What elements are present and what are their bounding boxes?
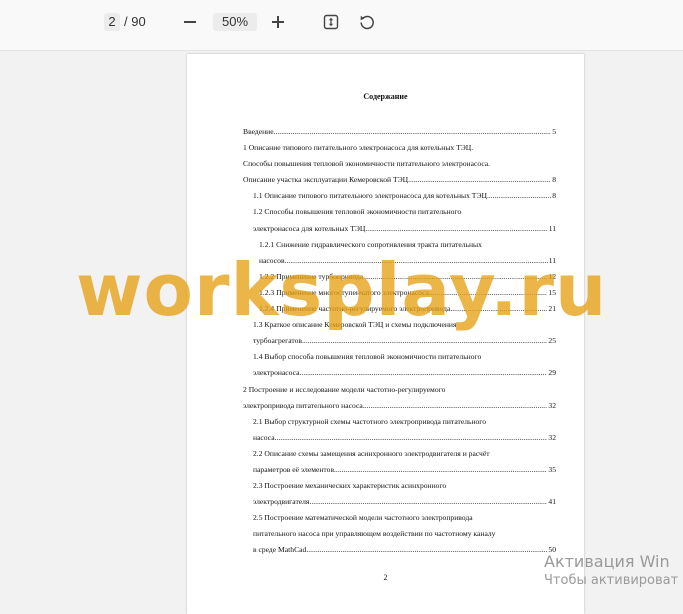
toc-leader-dots (309, 494, 547, 510)
toc-entry-text: Способы повышения тепловой экономичности… (243, 159, 491, 169)
toc-entry-text: турбоагрегатов (253, 336, 303, 346)
zoom-out-button[interactable] (181, 13, 199, 31)
toc-entry: 1.2.1 Снижение гидравлического сопротивл… (243, 237, 556, 253)
toc-page-number: 29 (548, 368, 556, 378)
toc-page-number: 8 (552, 175, 556, 185)
toc-entry: Введение 5 (243, 124, 556, 140)
toc-leader-dots (334, 462, 547, 478)
toc-leader-dots (487, 188, 551, 204)
toc-entry-text: 1.2.2 Применение турбопривода (259, 271, 364, 281)
toc-entry-text: 1.2.3 Применение многоступенчатого элект… (259, 287, 430, 297)
toc-page-number: 32 (548, 432, 556, 442)
toc-entry: 1.1 Описание типового питательного элект… (243, 188, 556, 204)
pdf-toolbar: 2 / 90 50% (0, 0, 683, 51)
toc-page-number: 5 (552, 127, 556, 136)
toc-entry-text: Описание участка эксплуатации Кемеровско… (243, 175, 409, 185)
toc-page-number: 15 (548, 287, 556, 297)
toc-entry: 1 Описание типового питательного электро… (243, 140, 556, 156)
page-number: 2 (383, 573, 388, 582)
toc-entry: электронасоса 29 (243, 365, 556, 381)
toc-entry: питательного насоса при управляющем возд… (243, 526, 556, 542)
toc-entry: 2 Построение и исследование модели часто… (243, 382, 556, 398)
toc-entry-text: параметров её элементов (253, 464, 335, 474)
toc-page-number: 32 (548, 400, 556, 410)
toc-entry: 2.5 Построение математической модели час… (243, 510, 556, 526)
toc-entry-text: 1.4 Выбор способа повышения тепловой эко… (253, 352, 482, 362)
toc-entry: в среде MathCad 50 (243, 542, 556, 558)
toc-leader-dots (450, 301, 547, 317)
toc-entry-text: электродвигателя (253, 497, 310, 507)
toc-page-number: 25 (548, 336, 556, 346)
toc-entry: электронасоса для котельных ТЭЦ 11 (243, 221, 556, 237)
rotate-icon (360, 15, 374, 30)
toc-entry-text: 2 Построение и исследование модели часто… (243, 384, 446, 394)
current-page-input[interactable]: 2 (104, 13, 120, 31)
toc-entry: 1.2 Способы повышения тепловой экономичн… (243, 204, 556, 220)
toc-entry-text: 1.2.1 Снижение гидравлического сопротивл… (259, 239, 482, 249)
toc-entry: параметров её элементов 35 (243, 462, 556, 478)
document-page: Содержание Введение 5 1 Описание типового … (187, 54, 584, 614)
toc-title: Содержание (363, 92, 408, 101)
toc-entry: 2.3 Построение механических характеристи… (243, 478, 556, 494)
toc-entry-text: электропривода питательного насоса (243, 400, 363, 410)
toc-entry: 2.2 Описание схемы замещения асинхронног… (243, 446, 556, 462)
toc-page-number: 41 (548, 497, 556, 507)
zoom-level-input[interactable]: 50% (213, 13, 257, 31)
toc-entry: 1.2.4 Применение частотно-регулируемого … (243, 301, 556, 317)
toc-leader-dots (365, 221, 547, 237)
toc-entry: 2.1 Выбор структурной схемы частотного э… (243, 414, 556, 430)
fit-page-button[interactable] (322, 13, 340, 31)
toc-leader-dots (274, 124, 552, 140)
toc-entry: 1.3 Краткое описание Кемеровской ТЭЦ и с… (243, 317, 556, 333)
toc-entry: насосов 11 (243, 253, 556, 269)
toc-entry: Описание участка эксплуатации Кемеровско… (243, 172, 556, 188)
toc-entry-text: 1.3 Краткое описание Кемеровской ТЭЦ и с… (253, 320, 457, 330)
toc-entry-text: Введение (243, 127, 274, 136)
toc-page-number: 12 (548, 271, 556, 281)
toc-entry: 1.2.3 Применение многоступенчатого элект… (243, 285, 556, 301)
toc-entry: турбоагрегатов 25 (243, 333, 556, 349)
toc-entry: насоса 32 (243, 430, 556, 446)
toc-entry-text: электронасоса (253, 368, 300, 378)
toc-entry-text: электронасоса для котельных ТЭЦ (253, 223, 366, 233)
total-pages-label: / 90 (124, 14, 146, 29)
toc-entry-text: 1.2 Способы повышения тепловой экономичн… (253, 207, 462, 217)
rotate-button[interactable] (358, 13, 376, 31)
toc-page-number: 8 (552, 191, 556, 201)
toc-entry: Способы повышения тепловой экономичности… (243, 156, 556, 172)
toc-page-number: 11 (548, 255, 556, 265)
toc-entry-text: 1.2.4 Применение частотно-регулируемого … (259, 304, 451, 314)
toc-page-number: 35 (548, 464, 556, 474)
toc-entry-text: 2.3 Построение механических характеристи… (253, 481, 447, 491)
toc-page-number: 11 (548, 223, 556, 233)
toc-entry-text: в среде MathCad (253, 545, 307, 555)
toc-entry-text: 2.5 Построение математической модели час… (253, 513, 473, 523)
toc-leader-dots (363, 398, 548, 414)
fit-page-icon (323, 14, 339, 30)
toc-entry-text: насосов (259, 255, 285, 265)
toc-leader-dots (306, 542, 547, 558)
toc-entry-text: насоса (253, 432, 275, 442)
toc-leader-dots (408, 172, 551, 188)
toc-leader-dots (285, 253, 548, 269)
toc-entry: 1.2.2 Применение турбопривода 12 (243, 269, 556, 285)
table-of-contents: Введение 5 1 Описание типового питательног… (243, 124, 556, 559)
toc-leader-dots (302, 333, 547, 349)
toc-leader-dots (429, 285, 547, 301)
toc-entry-text: 1 Описание типового питательного электро… (243, 143, 474, 153)
toc-entry-text: 2.1 Выбор структурной схемы частотного э… (253, 416, 487, 426)
toc-page-number: 21 (548, 304, 556, 314)
toc-leader-dots (363, 269, 547, 285)
toc-entry-text: 1.1 Описание типового питательного элект… (253, 191, 487, 201)
toc-leader-dots (275, 430, 548, 446)
toc-leader-dots (300, 365, 548, 381)
toc-entry: электродвигателя 41 (243, 494, 556, 510)
toc-entry: электропривода питательного насоса 32 (243, 398, 556, 414)
toc-entry: 1.4 Выбор способа повышения тепловой эко… (243, 349, 556, 365)
toc-page-number: 50 (548, 545, 556, 555)
toc-entry-text: питательного насоса при управляющем возд… (253, 529, 496, 539)
toc-entry-text: 2.2 Описание схемы замещения асинхронног… (253, 448, 490, 458)
zoom-in-button[interactable] (269, 13, 287, 31)
